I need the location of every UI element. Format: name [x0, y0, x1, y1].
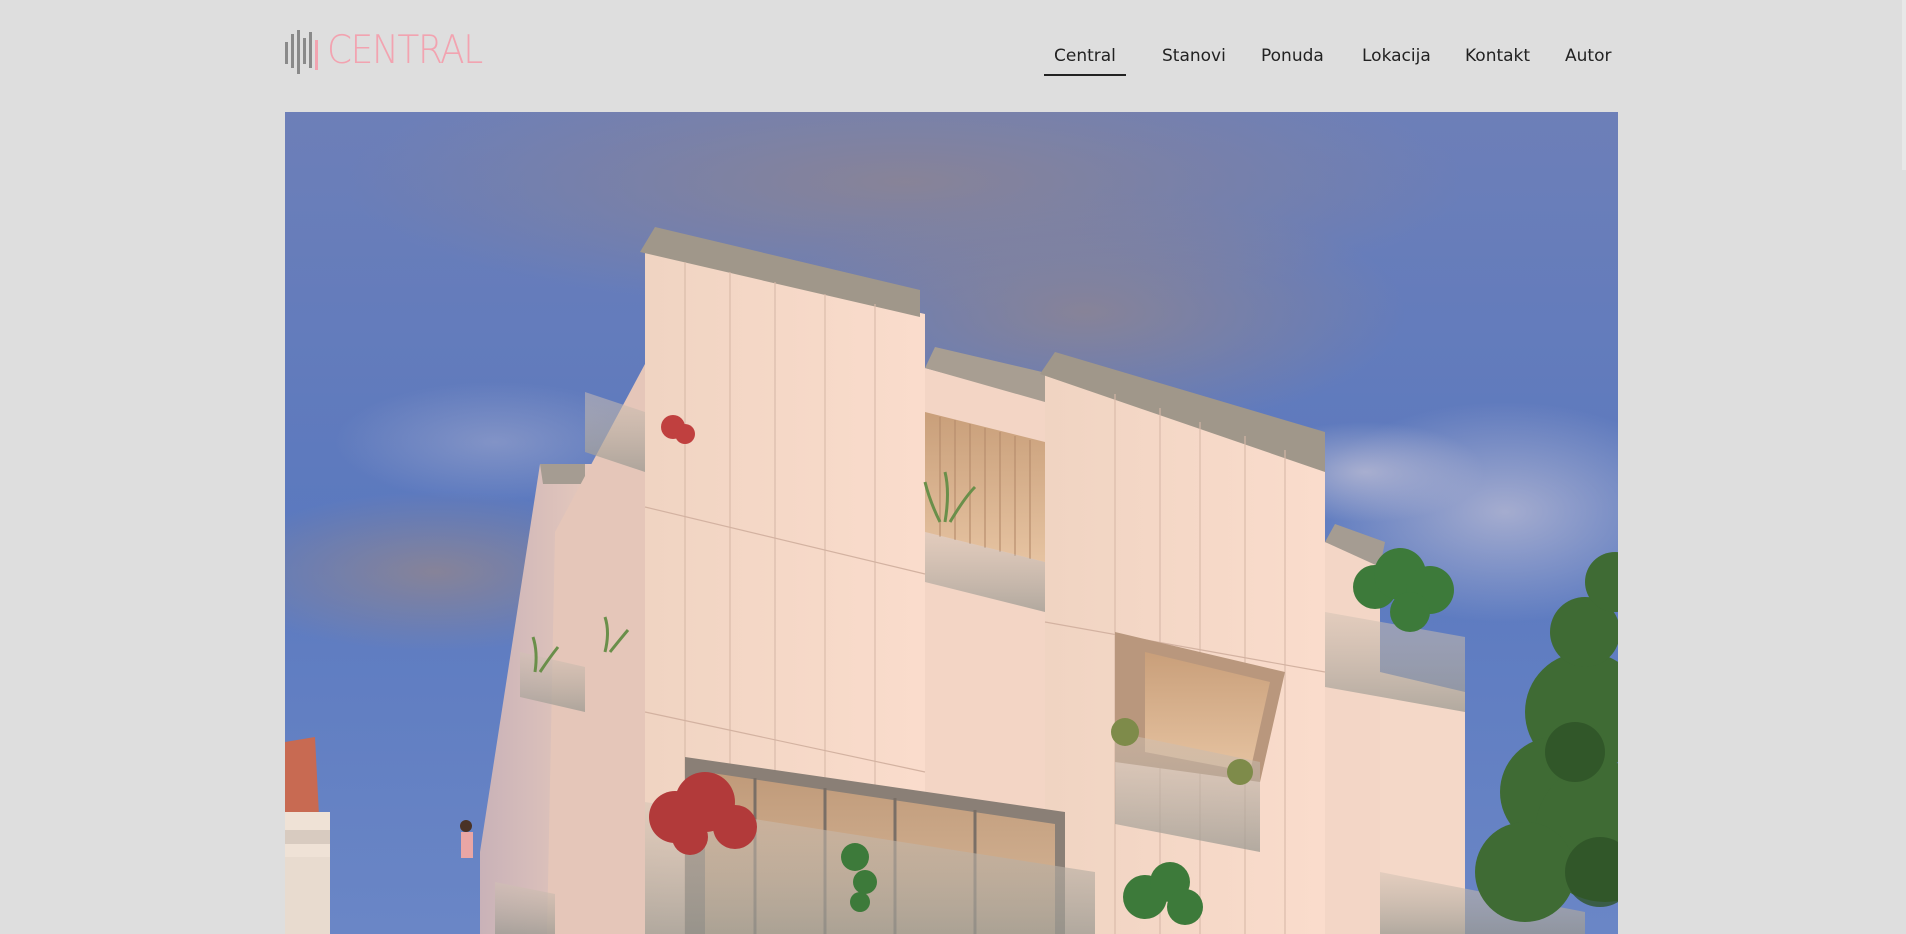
nav-item-kontakt[interactable]: Kontakt: [1455, 40, 1540, 72]
nav-item-autor[interactable]: Autor: [1555, 40, 1621, 72]
nav-item-lokacija[interactable]: Lokacija: [1352, 40, 1441, 72]
nav-item-stanovi[interactable]: Stanovi: [1152, 40, 1236, 72]
equalizer-bars-icon: [285, 30, 318, 74]
building-render-image: [285, 112, 1618, 934]
site-logo[interactable]: CENTRAL: [284, 28, 495, 74]
nav-item-ponuda[interactable]: Ponuda: [1251, 40, 1334, 72]
logo-text: CENTRAL: [327, 28, 483, 73]
site-header: CENTRAL Central Stanovi Ponuda Lokacija …: [0, 0, 1906, 112]
nav-item-central[interactable]: Central: [1044, 40, 1126, 76]
scrollbar[interactable]: [1902, 0, 1906, 170]
hero-image: [285, 112, 1618, 934]
page: CENTRAL Central Stanovi Ponuda Lokacija …: [0, 0, 1906, 934]
